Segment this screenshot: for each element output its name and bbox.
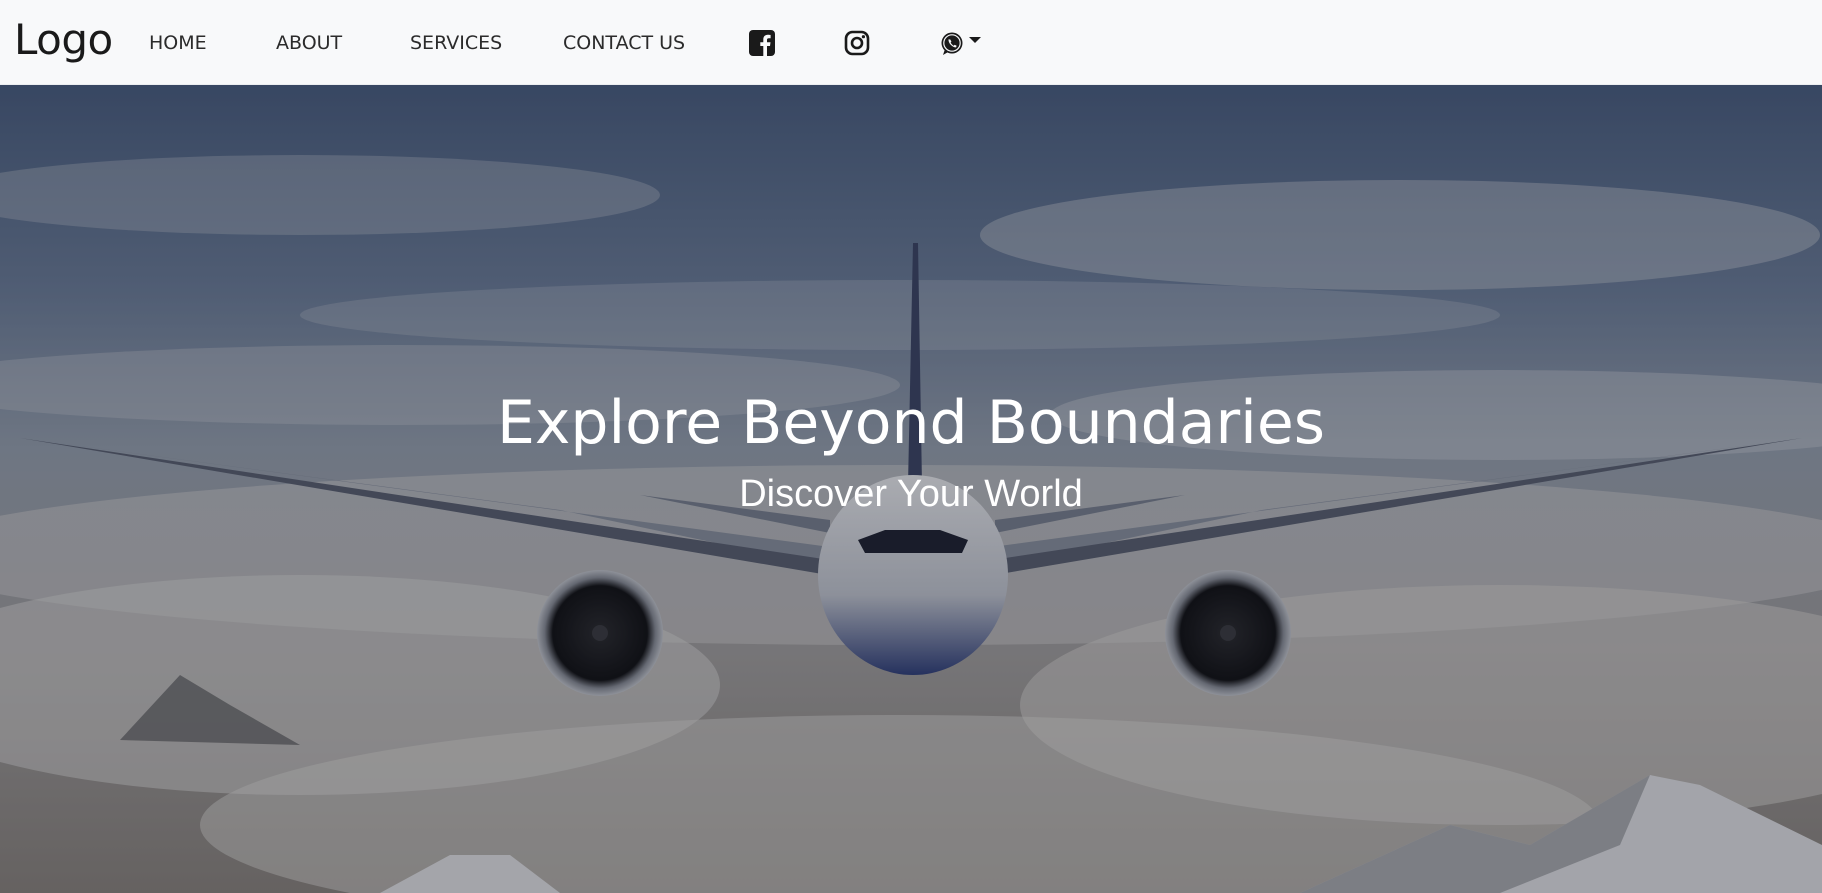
nav-link-about[interactable]: ABOUT: [276, 30, 342, 56]
hero-section: Explore Beyond Boundaries Discover Your …: [0, 85, 1822, 893]
instagram-icon: [844, 30, 870, 56]
instagram-link[interactable]: [844, 30, 870, 56]
facebook-icon: [749, 30, 775, 56]
chevron-down-icon: [969, 37, 981, 43]
nav-link-contact-us[interactable]: CONTACT US: [563, 30, 685, 56]
navbar: Logo HOME ABOUT SERVICES CONTACT US: [0, 0, 1822, 85]
nav-link-home[interactable]: HOME: [149, 30, 207, 56]
whatsapp-icon: [941, 32, 963, 55]
hero-title: Explore Beyond Boundaries: [497, 388, 1325, 458]
nav-link-services[interactable]: SERVICES: [410, 30, 502, 56]
brand-logo[interactable]: Logo: [14, 14, 113, 66]
hero-subtitle: Discover Your World: [739, 473, 1083, 515]
facebook-link[interactable]: [749, 30, 775, 56]
whatsapp-dropdown-toggle[interactable]: [939, 31, 1001, 57]
